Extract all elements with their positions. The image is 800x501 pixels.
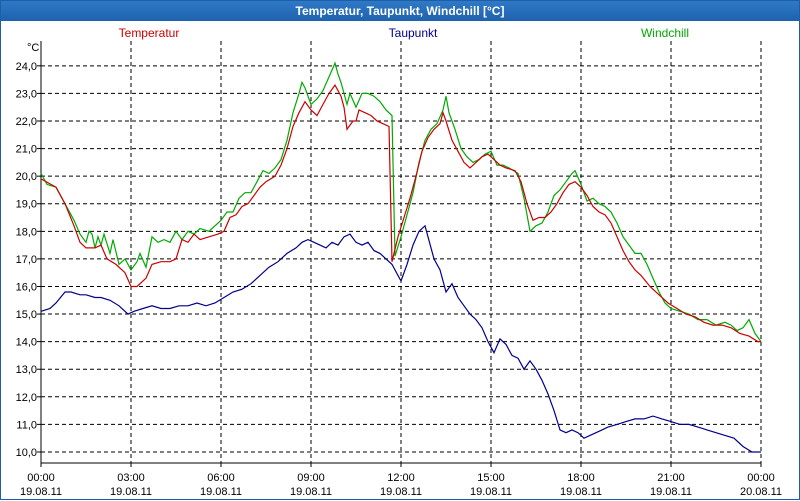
x-tick-date-label: 19.08.11: [290, 486, 332, 498]
legend-entry-taupunkt: Taupunkt: [389, 26, 438, 40]
x-tick-date-label: 19.08.11: [560, 486, 602, 498]
chart-window: Temperatur, Taupunkt, Windchill [°C] 10,…: [0, 0, 800, 500]
y-tick-label: 13,0: [16, 364, 37, 376]
y-tick-label: 12,0: [16, 392, 37, 404]
x-tick-time-label: 21:00: [657, 472, 685, 484]
y-tick-label: 21,0: [16, 144, 37, 156]
x-tick-date-label: 19.08.11: [110, 486, 152, 498]
x-tick-time-label: 09:00: [297, 472, 325, 484]
y-tick-label: 16,0: [16, 281, 37, 293]
y-tick-label: 24,0: [16, 61, 37, 73]
x-tick-date-label: 19.08.11: [470, 486, 512, 498]
x-tick-time-label: 00:00: [747, 472, 775, 484]
x-tick-date-label: 19.08.11: [20, 486, 62, 498]
y-tick-label: 23,0: [16, 88, 37, 100]
y-axis-label: °C: [27, 42, 39, 54]
y-tick-label: 20,0: [16, 171, 37, 183]
x-tick-time-label: 15:00: [477, 472, 505, 484]
line-chart: 10,0 11,0 12,0 13,0 14,0 15,0 16,0 17,0 18,0 19,0…: [16, 26, 782, 498]
x-tick-date-label: 19.08.11: [200, 486, 242, 498]
x-tick-time-label: 06:00: [207, 472, 235, 484]
y-tick-label: 19,0: [16, 199, 37, 211]
y-tick-label: 15,0: [16, 309, 37, 321]
x-tick-time-label: 12:00: [387, 472, 415, 484]
y-tick-label: 14,0: [16, 337, 37, 349]
y-tick-label: 17,0: [16, 254, 37, 266]
y-tick-label: 22,0: [16, 116, 37, 128]
legend-entry-windchill: Windchill: [641, 26, 689, 40]
legend-entry-temperatur: Temperatur: [119, 26, 180, 40]
x-tick-date-label: 20.08.11: [740, 486, 782, 498]
y-tick-label: 18,0: [16, 226, 37, 238]
y-tick-label: 10,0: [16, 447, 37, 459]
x-tick-time-label: 18:00: [567, 472, 595, 484]
y-tick-label: 11,0: [16, 419, 37, 431]
x-tick-date-label: 19.08.11: [380, 486, 422, 498]
x-tick-time-label: 03:00: [117, 472, 145, 484]
x-tick-time-label: 00:00: [27, 472, 55, 484]
x-tick-date-label: 19.08.11: [650, 486, 692, 498]
